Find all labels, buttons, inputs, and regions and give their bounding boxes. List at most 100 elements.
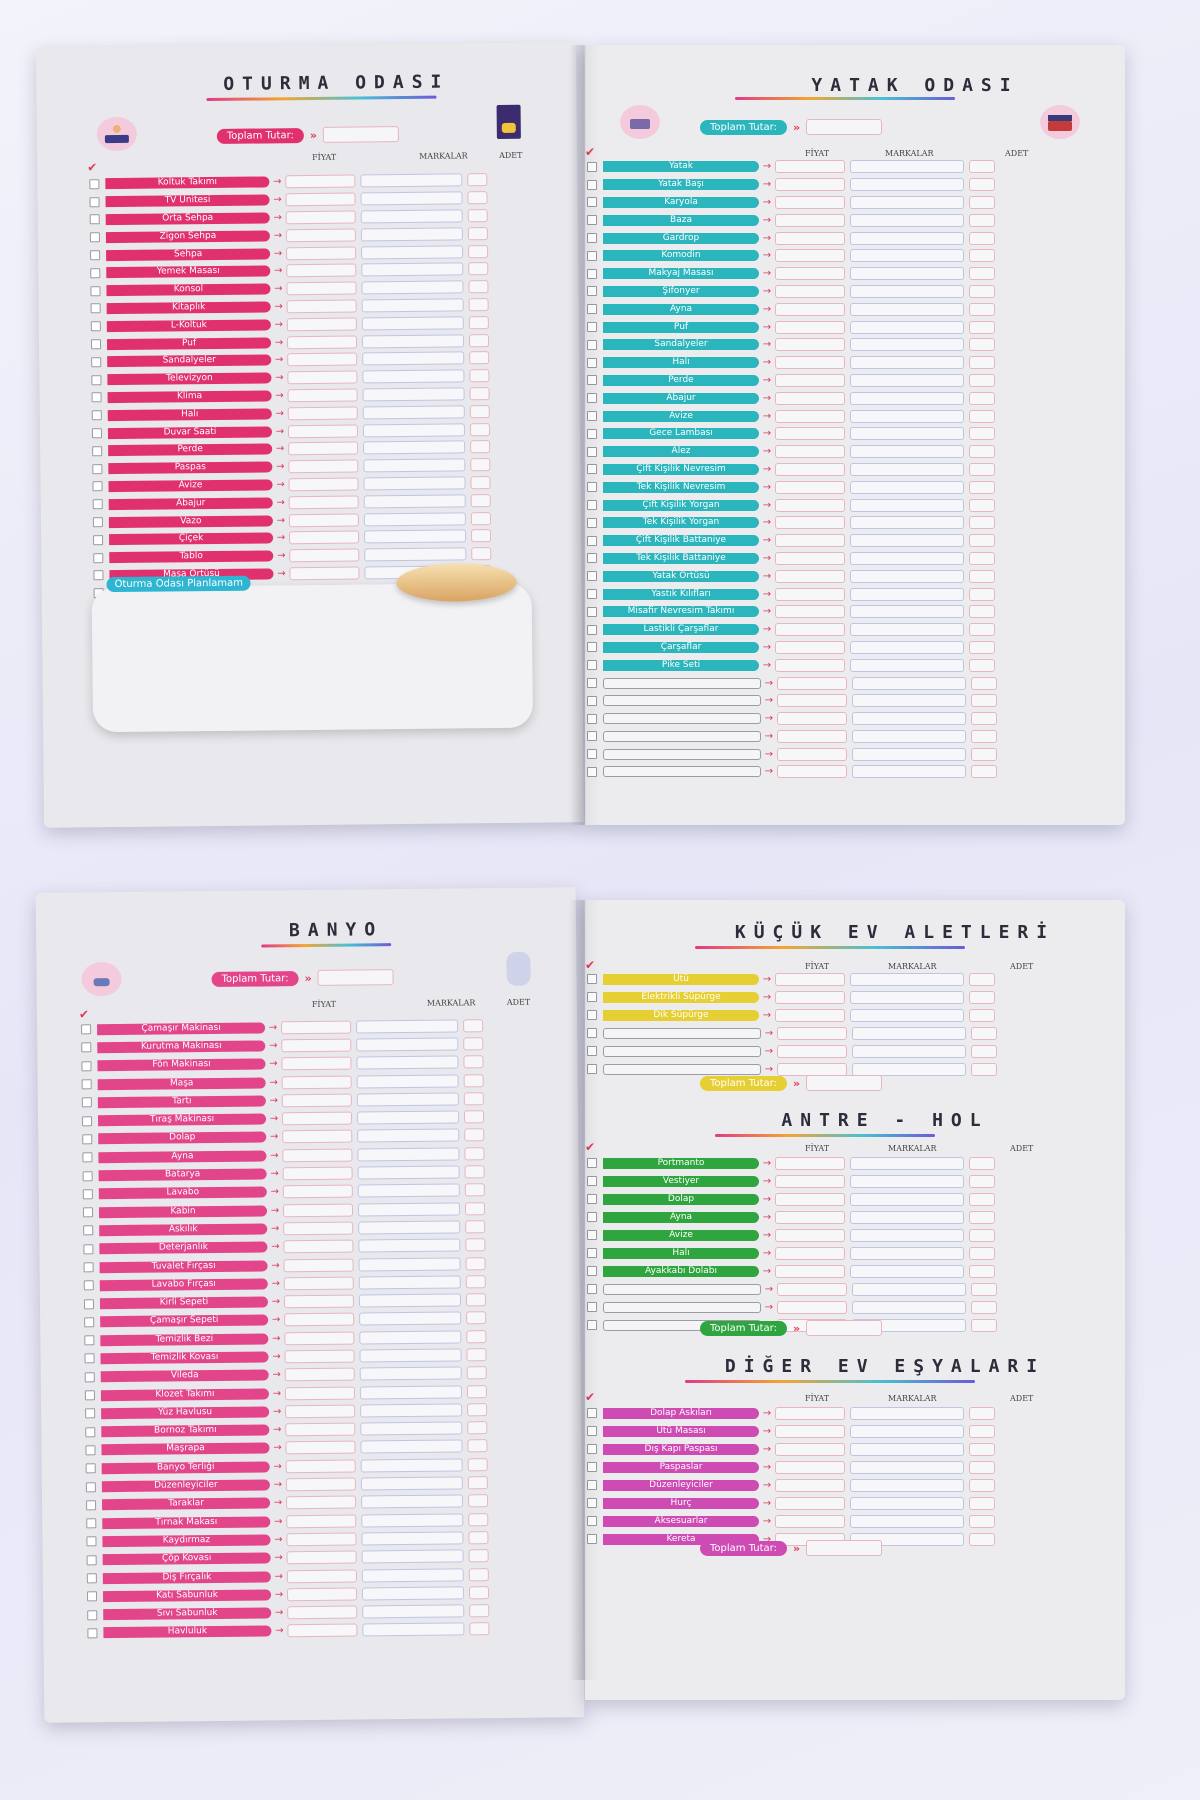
price-field[interactable] (282, 1166, 353, 1181)
quantity-field[interactable] (969, 213, 995, 227)
total-input[interactable] (806, 119, 883, 135)
quantity-field[interactable] (463, 1073, 484, 1087)
quantity-field[interactable] (969, 972, 995, 986)
row-checkbox[interactable] (587, 624, 597, 635)
row-checkbox[interactable] (587, 304, 597, 315)
brand-field[interactable] (850, 409, 964, 423)
quantity-field[interactable] (969, 1210, 995, 1224)
quantity-field[interactable] (467, 209, 488, 223)
quantity-field[interactable] (969, 498, 995, 512)
price-field[interactable] (286, 1587, 358, 1602)
quantity-field[interactable] (969, 516, 995, 530)
quantity-field[interactable] (969, 587, 995, 601)
brand-field[interactable] (360, 1421, 463, 1436)
row-checkbox[interactable] (587, 517, 597, 528)
row-checkbox[interactable] (587, 197, 597, 208)
price-field[interactable] (775, 640, 845, 654)
row-checkbox[interactable] (85, 1426, 96, 1438)
quantity-field[interactable] (465, 1256, 486, 1270)
item-input[interactable] (603, 677, 761, 689)
quantity-field[interactable] (971, 765, 997, 779)
row-checkbox[interactable] (85, 1481, 96, 1492)
quantity-field[interactable] (969, 623, 995, 637)
price-field[interactable] (775, 990, 845, 1004)
quantity-field[interactable] (969, 1496, 995, 1510)
price-field[interactable] (287, 370, 358, 385)
row-checkbox[interactable] (587, 1516, 597, 1526)
quantity-field[interactable] (971, 1282, 997, 1296)
quantity-field[interactable] (969, 1460, 995, 1474)
brand-field[interactable] (357, 1165, 460, 1180)
brand-field[interactable] (358, 1238, 461, 1253)
brand-field[interactable] (362, 1622, 465, 1637)
brand-field[interactable] (850, 462, 964, 476)
row-checkbox[interactable] (587, 339, 597, 350)
row-checkbox[interactable] (82, 1152, 93, 1163)
brand-field[interactable] (363, 458, 466, 473)
brand-field[interactable] (850, 480, 964, 494)
quantity-field[interactable] (469, 369, 490, 383)
brand-field[interactable] (850, 1264, 964, 1278)
row-checkbox[interactable] (90, 285, 101, 296)
price-field[interactable] (283, 1258, 354, 1272)
price-field[interactable] (287, 406, 358, 420)
brand-field[interactable] (850, 1192, 964, 1206)
price-field[interactable] (777, 1300, 847, 1314)
price-field[interactable] (286, 281, 357, 296)
price-field[interactable] (286, 1495, 357, 1510)
row-checkbox[interactable] (92, 517, 103, 528)
row-checkbox[interactable] (587, 215, 597, 226)
row-checkbox[interactable] (587, 286, 597, 297)
brand-field[interactable] (359, 1366, 462, 1381)
row-checkbox[interactable] (91, 410, 102, 421)
row-checkbox[interactable] (83, 1243, 94, 1255)
price-field[interactable] (286, 317, 357, 332)
row-checkbox[interactable] (587, 500, 597, 511)
row-checkbox[interactable] (91, 357, 102, 368)
brand-field[interactable] (852, 1300, 966, 1314)
item-input[interactable] (603, 713, 761, 725)
quantity-field[interactable] (971, 1318, 997, 1332)
price-field[interactable] (775, 1406, 845, 1420)
quantity-field[interactable] (969, 1478, 995, 1492)
brand-field[interactable] (850, 427, 964, 441)
quantity-field[interactable] (971, 747, 997, 761)
brand-field[interactable] (850, 1174, 964, 1188)
row-checkbox[interactable] (87, 1609, 98, 1620)
row-checkbox[interactable] (587, 571, 597, 582)
row-checkbox[interactable] (86, 1518, 97, 1529)
price-field[interactable] (283, 1221, 354, 1236)
brand-field[interactable] (852, 676, 966, 690)
quantity-field[interactable] (465, 1293, 487, 1307)
brand-field[interactable] (850, 534, 964, 548)
price-field[interactable] (775, 267, 845, 281)
brand-field[interactable] (361, 244, 464, 260)
row-checkbox[interactable] (587, 1408, 597, 1418)
quantity-field[interactable] (969, 1406, 995, 1420)
row-checkbox[interactable] (92, 499, 103, 510)
quantity-field[interactable] (467, 1421, 488, 1435)
brand-field[interactable] (361, 333, 465, 349)
brand-field[interactable] (850, 178, 964, 192)
quantity-field[interactable] (466, 1348, 487, 1362)
price-field[interactable] (775, 195, 845, 209)
row-checkbox[interactable] (85, 1408, 96, 1419)
quantity-field[interactable] (969, 391, 995, 405)
brand-field[interactable] (359, 1348, 462, 1363)
brand-field[interactable] (850, 990, 964, 1004)
brand-field[interactable] (850, 338, 964, 352)
quantity-field[interactable] (969, 160, 995, 174)
brand-field[interactable] (362, 387, 465, 402)
brand-field[interactable] (361, 316, 464, 331)
brand-field[interactable] (850, 302, 964, 316)
brand-field[interactable] (850, 195, 964, 209)
brand-field[interactable] (360, 1439, 463, 1454)
quantity-field[interactable] (468, 262, 489, 276)
row-checkbox[interactable] (82, 1170, 93, 1181)
brand-field[interactable] (850, 1514, 964, 1528)
quantity-field[interactable] (969, 409, 995, 423)
row-checkbox[interactable] (587, 161, 597, 172)
price-field[interactable] (775, 569, 845, 583)
brand-field[interactable] (850, 1008, 964, 1022)
quantity-field[interactable] (465, 1238, 486, 1252)
